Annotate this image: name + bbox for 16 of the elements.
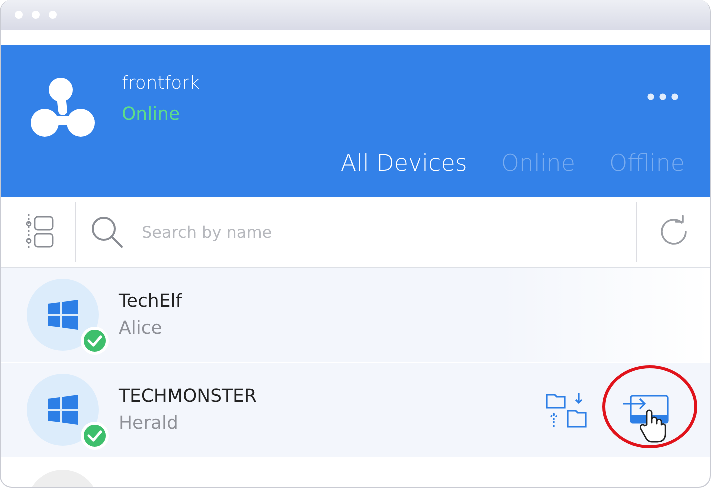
account-name: frontfork <box>122 73 200 94</box>
account-status: Online <box>122 104 182 125</box>
tab[interactable]: All Devices <box>340 151 468 177</box>
device-user: Herald <box>119 413 180 434</box>
file-transfer-icon[interactable] <box>546 391 587 429</box>
list-view-icon[interactable] <box>25 214 55 250</box>
search-field[interactable]: Search by name <box>140 222 636 242</box>
device-name: TECHMONSTER <box>119 386 257 407</box>
search-icon <box>90 215 124 249</box>
windows-icon <box>48 395 78 425</box>
device-name: TechElf <box>119 291 182 312</box>
hand-cursor-icon <box>640 409 666 443</box>
device-user: Alice <box>119 318 164 339</box>
windows-icon <box>48 300 78 330</box>
logo-icon <box>31 77 95 139</box>
more-icon[interactable] <box>647 93 679 101</box>
